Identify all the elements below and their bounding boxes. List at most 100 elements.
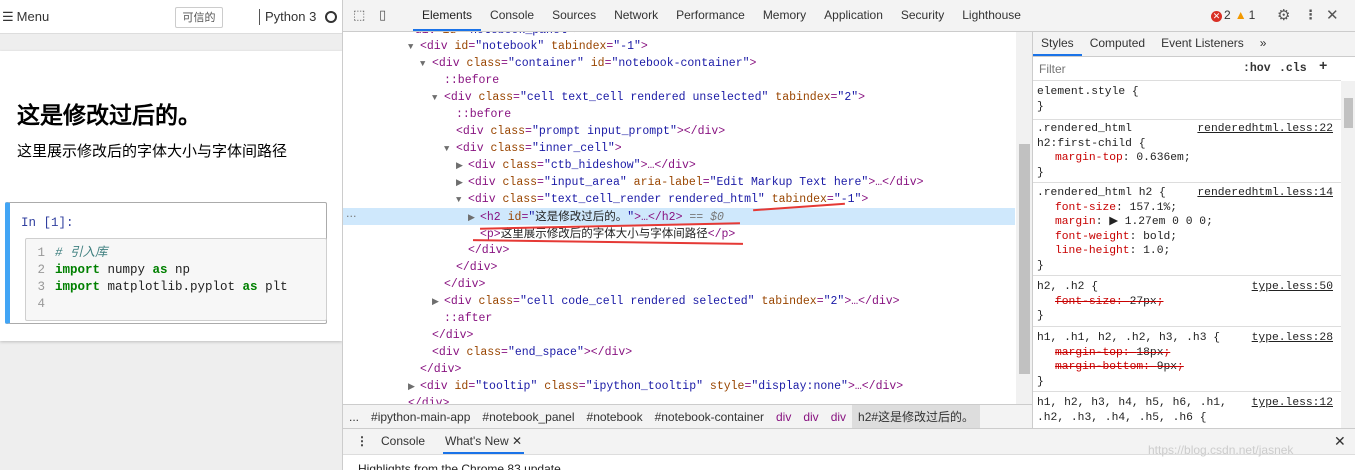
breadcrumb-item[interactable]: div	[797, 405, 824, 428]
dom-node[interactable]: ▼ <div class="inner_cell">	[444, 140, 622, 157]
tab-elements[interactable]: Elements	[413, 0, 482, 31]
dom-pseudo[interactable]: ::after	[444, 310, 492, 327]
css-declaration[interactable]: font-weight: bold;	[1037, 230, 1337, 245]
dom-node[interactable]: ▶ <div id="tooltip" class="ipython_toolti…	[408, 378, 903, 395]
tab-memory[interactable]: Memory	[754, 0, 815, 31]
rule-source-link[interactable]: renderedhtml.less:22	[1197, 122, 1333, 137]
tab-styles[interactable]: Styles	[1033, 32, 1082, 56]
styles-tabs: Styles Computed Event Listeners »	[1033, 32, 1355, 57]
device-toolbar-icon[interactable]: ▯	[379, 8, 386, 23]
dom-node[interactable]: ▶ <div class="cell code_cell rendered sel…	[432, 293, 900, 310]
node-actions-ellipsis[interactable]: ···	[346, 208, 357, 225]
dom-node[interactable]: ▶ <div class="ctb_hideshow">…</div>	[456, 157, 696, 174]
rule-close: }	[1037, 310, 1044, 322]
more-tabs-icon[interactable]: »	[1252, 32, 1275, 56]
close-drawer-icon[interactable]: ✕	[1334, 429, 1346, 454]
dom-node[interactable]: ▼ <div class="cell text_cell rendered uns…	[432, 89, 865, 106]
tab-network[interactable]: Network	[605, 0, 667, 31]
line-number: 1	[37, 246, 45, 260]
close-icon[interactable]: ✕	[1326, 6, 1339, 24]
css-declaration-overridden[interactable]: margin-top: 18px;	[1037, 346, 1337, 361]
rule-source-link[interactable]: type.less:12	[1252, 396, 1333, 411]
code-line: 3 import matplotlib.pyplot as plt	[26, 279, 326, 296]
breadcrumb-item[interactable]: div	[770, 405, 797, 428]
dom-node[interactable]: ▼ <div id="notebook" tabindex="-1">	[408, 38, 648, 55]
css-declaration[interactable]: margin-top: 0.636em;	[1037, 151, 1337, 166]
dom-node[interactable]: ▶ <div class="input_area" aria-label="Edi…	[456, 174, 924, 191]
tab-computed[interactable]: Computed	[1082, 32, 1153, 56]
css-declaration[interactable]: font-size: 157.1%;	[1037, 201, 1337, 216]
close-tab-icon[interactable]: ✕	[512, 434, 522, 448]
style-rule[interactable]: .rendered_html renderedhtml.less:22 h2:fi…	[1033, 121, 1341, 183]
menu-button[interactable]: ☰ Menu	[2, 9, 49, 25]
dom-pseudo[interactable]: ::before	[456, 106, 511, 123]
breadcrumb: ... #ipython-main-app #notebook_panel #note…	[342, 404, 1032, 428]
breadcrumb-item[interactable]: #notebook-container	[649, 405, 770, 428]
css-declaration[interactable]: margin: ▶ 1.27em 0 0 0;	[1037, 215, 1337, 230]
style-rule[interactable]: h1, .h1, h2, .h2, h3, .h3 {type.less:28 …	[1033, 330, 1341, 392]
tab-console[interactable]: Console	[481, 0, 543, 31]
tab-lighthouse[interactable]: Lighthouse	[953, 0, 1030, 31]
rule-selector-cont: h2:first-child {	[1037, 137, 1146, 150]
dom-node[interactable]: ▼ <div class="container" id="notebook-con…	[420, 55, 756, 72]
hov-toggle[interactable]: :hov	[1243, 62, 1271, 75]
style-rule[interactable]: h2, .h2 { type.less:50 font-size: 27px; }	[1033, 279, 1341, 327]
dom-close: </div>	[420, 363, 462, 376]
line-number: 2	[37, 263, 45, 277]
code-comment: # 引入库	[55, 246, 108, 260]
kernel-name: Python 3	[265, 9, 317, 24]
code-cell[interactable]: In [1]: 1 # 引入库 2 import numpy as np 3 impo…	[5, 202, 327, 324]
rule-source-link[interactable]: renderedhtml.less:14	[1197, 186, 1333, 201]
breadcrumb-current[interactable]: h2#这是修改过后的。	[852, 405, 981, 428]
tab-performance[interactable]: Performance	[667, 0, 754, 31]
rule-selector: h2, .h2 {	[1037, 281, 1099, 293]
cls-toggle[interactable]: .cls	[1279, 62, 1307, 75]
dom-tree-scroll-thumb[interactable]	[1019, 144, 1030, 374]
kernel-separator	[259, 9, 260, 25]
code-text: plt	[257, 280, 288, 294]
rule-source-link[interactable]: type.less:28	[1252, 331, 1333, 346]
css-declaration-overridden[interactable]: margin-bottom: 9px;	[1037, 360, 1337, 375]
breadcrumb-item[interactable]: #ipython-main-app	[365, 405, 476, 428]
rule-selector: .rendered_html	[1037, 123, 1132, 135]
code-line: 2 import numpy as np	[26, 262, 326, 279]
styles-scrollbar[interactable]	[1341, 81, 1355, 428]
menu-label: Menu	[16, 9, 50, 24]
dom-pseudo[interactable]: ::before	[444, 72, 499, 89]
inspect-element-icon[interactable]: ⬚	[353, 8, 365, 23]
css-declaration[interactable]: line-height: 1.0;	[1037, 244, 1337, 259]
tab-security[interactable]: Security	[892, 0, 953, 31]
styles-filter-input[interactable]	[1037, 60, 1233, 78]
tab-sources[interactable]: Sources	[543, 0, 605, 31]
issues-counter[interactable]: ✕ 2 ▲ 1	[1211, 8, 1255, 22]
style-rule[interactable]: h1, h2, h3, h4, h5, h6, .h1, type.less:12…	[1033, 395, 1341, 428]
new-rule-icon[interactable]: +	[1319, 59, 1327, 75]
code-line: 1 # 引入库	[26, 245, 326, 262]
breadcrumb-overflow[interactable]: ...	[343, 405, 365, 428]
rule-selector: .rendered_html h2 {	[1037, 187, 1166, 199]
drawer-tab-whats-new[interactable]: What's New ✕	[443, 429, 525, 454]
tab-application[interactable]: Application	[815, 0, 892, 31]
markdown-heading[interactable]: 这是修改过后的。	[17, 96, 201, 130]
style-rule[interactable]: element.style { }	[1033, 84, 1341, 120]
dom-node[interactable]: <div class="prompt input_prompt"></div>	[456, 123, 725, 140]
code-editor[interactable]: 1 # 引入库 2 import numpy as np 3 import matpl…	[25, 238, 327, 321]
dom-node[interactable]: <div class="end_space"></div>	[432, 344, 632, 361]
gear-icon[interactable]: ⚙	[1277, 6, 1290, 24]
markdown-paragraph[interactable]: 这里展示修改后的字体大小与字体间路径	[17, 141, 317, 163]
trusted-indicator[interactable]: 可信的	[175, 7, 223, 28]
style-rule[interactable]: .rendered_html h2 {renderedhtml.less:14 …	[1033, 185, 1341, 276]
tab-event-listeners[interactable]: Event Listeners	[1153, 32, 1252, 56]
elements-dom-tree: ··· <div id="notebook_panel"> ▼<div id="…	[342, 32, 1032, 404]
more-options-icon[interactable]: ⋮	[1304, 8, 1317, 23]
drawer-tab-console[interactable]: Console	[381, 429, 425, 454]
rule-source-link[interactable]: type.less:50	[1252, 280, 1333, 295]
jupyter-notebook-view: ☰ Menu 可信的 Python 3 这是修改过后的。 这里展示修改后的字体大小…	[0, 0, 342, 470]
code-text: numpy	[100, 263, 153, 277]
drawer-menu-icon[interactable]: ⋮	[356, 429, 368, 454]
breadcrumb-item[interactable]: #notebook	[581, 405, 649, 428]
breadcrumb-item[interactable]: div	[825, 405, 852, 428]
breadcrumb-item[interactable]: #notebook_panel	[476, 405, 580, 428]
css-declaration-overridden[interactable]: font-size: 27px;	[1037, 295, 1337, 310]
styles-scroll-thumb[interactable]	[1344, 98, 1353, 128]
